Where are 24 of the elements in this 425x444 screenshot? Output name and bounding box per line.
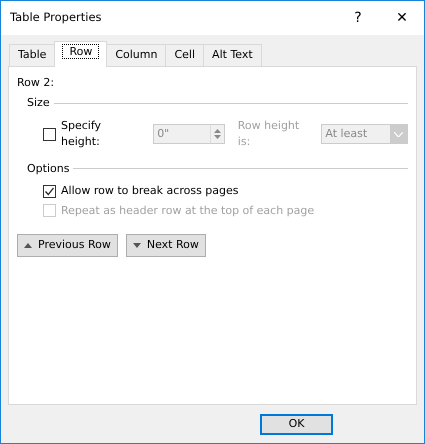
checkbox[interactable] [43,184,56,198]
field-label: Row height is: [238,118,300,150]
close-button[interactable]: ✕ [380,8,424,28]
height-field: 0" [153,124,225,144]
section-heading: Size [27,95,50,111]
checkbox-label: Allow row to break across pages [61,183,239,199]
row-label: Row 2: [17,74,56,90]
section-heading: Options [27,160,70,176]
tab[interactable]: Table [9,44,56,66]
help-button[interactable]: ? [336,8,380,28]
nav-button[interactable]: Previous Row [17,234,118,256]
ok-button[interactable]: OK [260,414,333,434]
row-height-select: At least [321,124,408,144]
checkbox-label: Repeat as header row at the top of each page [61,202,314,218]
checkbox-label: Specify height: [61,118,102,150]
up-triangle-icon [24,242,32,248]
down-triangle-icon [132,242,141,248]
window-title: Table Properties [10,9,103,26]
nav-button[interactable]: Next Row [126,234,206,256]
checkbox[interactable] [43,128,56,140]
tab[interactable]: Row [54,41,108,66]
tab[interactable]: Alt Text [203,44,262,66]
spinner-icon [210,125,224,143]
caret-icon [394,132,403,136]
